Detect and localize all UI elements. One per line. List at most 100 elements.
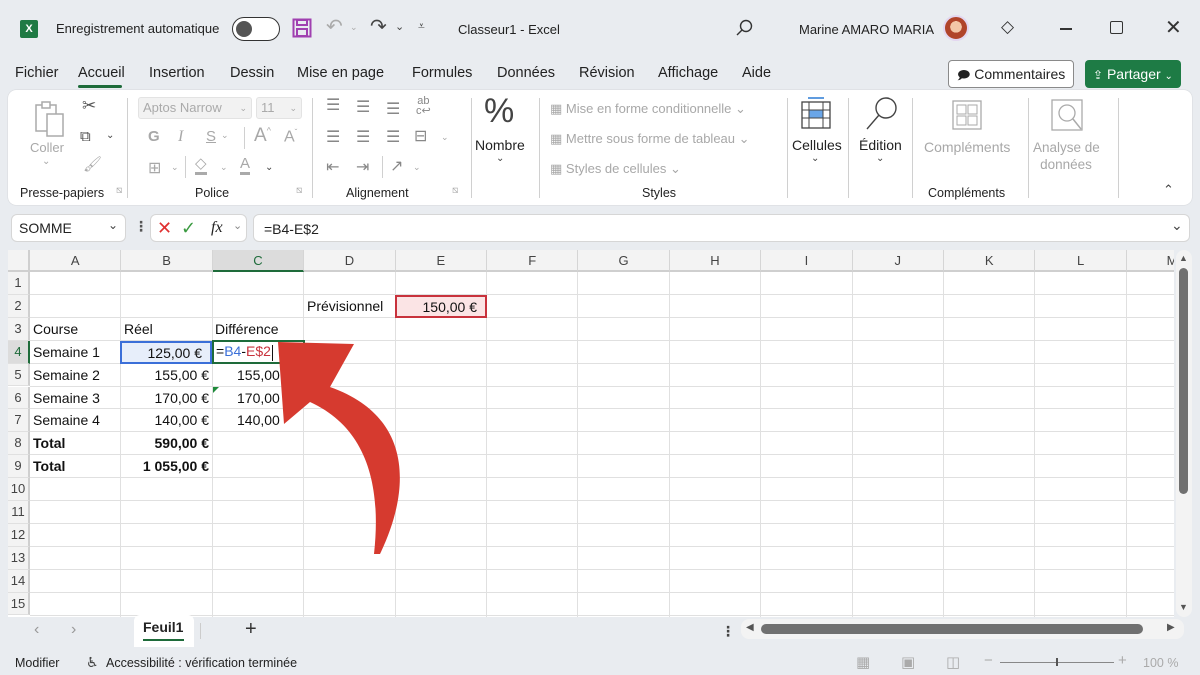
vertical-scroll-thumb[interactable] (1179, 268, 1188, 494)
column-header-C[interactable]: C (212, 250, 305, 272)
orientation-icon[interactable]: ↗ (390, 157, 403, 177)
borders-dropdown-icon[interactable]: ⌄ (171, 162, 179, 173)
formula-bar-resize-handle[interactable]: ⋮ (134, 218, 148, 235)
cell-A5[interactable]: Semaine 2 (30, 364, 121, 386)
wrap-text-icon[interactable]: ab c↩ (416, 96, 431, 117)
number-dropdown-icon[interactable]: ⌄ (496, 153, 504, 164)
decrease-indent-icon[interactable]: ⇤ (326, 158, 339, 178)
row-header-10[interactable]: 10 (8, 478, 30, 501)
cell-A6[interactable]: Semaine 3 (30, 387, 121, 409)
cell-A7[interactable]: Semaine 4 (30, 409, 121, 431)
italic-button[interactable]: I (178, 128, 183, 146)
name-box[interactable]: SOMME ⌄ (11, 214, 126, 242)
row-header-12[interactable]: 12 (8, 523, 30, 547)
align-top-icon[interactable]: ☰ (326, 96, 340, 116)
column-header-G[interactable]: G (578, 250, 670, 272)
align-left-icon[interactable]: ☰ (326, 128, 340, 148)
add-sheet-button[interactable]: + (245, 618, 257, 641)
save-icon[interactable] (292, 18, 312, 38)
cell-D2[interactable]: Prévisionnel (304, 295, 395, 317)
row-header-9[interactable]: 9 (8, 455, 30, 479)
format-painter-icon[interactable]: 🖌 (83, 155, 102, 173)
redo-dropdown-icon[interactable]: ⌄ (395, 20, 404, 33)
cell-B7[interactable]: 140,00 € (121, 409, 212, 431)
tab-formules[interactable]: Formules (412, 65, 472, 81)
row-header-14[interactable]: 14 (8, 569, 30, 593)
page-break-view-icon[interactable]: ◫ (946, 653, 960, 671)
cells-dropdown-icon[interactable]: ⌄ (811, 153, 819, 164)
fill-color-icon[interactable]: ◇ (195, 156, 207, 175)
row-header-2[interactable]: 2 (8, 294, 30, 318)
clipboard-launcher-icon[interactable]: ⧅ (116, 185, 122, 196)
scroll-right-icon[interactable]: ▶ (1167, 622, 1175, 633)
column-header-D[interactable]: D (304, 250, 396, 272)
cells-label[interactable]: Cellules (792, 137, 842, 153)
analyze-data-icon[interactable] (1050, 98, 1084, 132)
row-header-3[interactable]: 3 (8, 317, 30, 341)
align-right-icon[interactable]: ☰ (386, 128, 400, 148)
sheet-tab-feuil1[interactable]: Feuil1 (134, 615, 194, 647)
underline-dropdown-icon[interactable]: ⌄ (221, 130, 229, 141)
column-header-L[interactable]: L (1035, 250, 1127, 272)
editing-dropdown-icon[interactable]: ⌄ (876, 153, 884, 164)
error-indicator-icon[interactable] (213, 387, 219, 393)
row-header-1[interactable]: 1 (8, 272, 30, 295)
borders-icon[interactable]: ⊞ (148, 158, 161, 178)
cell-B9[interactable]: 1 055,00 € (121, 455, 212, 477)
column-header-E[interactable]: E (395, 250, 487, 272)
close-icon[interactable]: ✕ (1165, 15, 1182, 40)
tab-donnees[interactable]: Données (497, 65, 555, 81)
row-header-13[interactable]: 13 (8, 546, 30, 570)
cell-A3[interactable]: Course (30, 318, 121, 340)
horizontal-scroll-thumb[interactable] (761, 624, 1143, 634)
analyze-data-label-2[interactable]: données (1033, 157, 1099, 172)
column-header-M[interactable]: M (1126, 250, 1174, 272)
increase-font-icon[interactable]: A^ (254, 125, 271, 147)
cell-E2-reference-highlight[interactable]: 150,00 € (395, 295, 487, 318)
scroll-up-icon[interactable]: ▲ (1179, 253, 1188, 263)
scroll-left-icon[interactable]: ◀ (746, 622, 754, 633)
expand-formula-bar-icon[interactable]: ⌄ (1171, 217, 1183, 234)
premium-diamond-icon[interactable]: ◇ (1001, 17, 1014, 37)
accessibility-status[interactable]: Accessibilité : vérification terminée (106, 656, 297, 670)
orientation-dropdown-icon[interactable]: ⌄ (413, 162, 421, 173)
fill-color-dropdown-icon[interactable]: ⌄ (220, 162, 228, 173)
redo-icon[interactable]: ↷ (370, 14, 387, 39)
customize-qat-icon[interactable]: ⩡ (418, 19, 425, 34)
copy-icon[interactable]: ⧉ (80, 128, 91, 145)
row-header-8[interactable]: 8 (8, 432, 30, 456)
row-header-7[interactable]: 7 (8, 409, 30, 433)
previous-sheet-icon[interactable]: ‹ (34, 621, 39, 639)
collapse-ribbon-icon[interactable]: ⌃ (1163, 182, 1174, 198)
cell-B4-reference-highlight[interactable]: 125,00 € (120, 341, 212, 364)
tab-revision[interactable]: Révision (579, 65, 635, 81)
paste-dropdown-icon[interactable]: ⌄ (42, 156, 50, 167)
paste-icon[interactable] (34, 100, 66, 138)
tab-mise-en-page[interactable]: Mise en page (297, 65, 384, 81)
tab-dessin[interactable]: Dessin (230, 65, 274, 81)
cells-icon[interactable] (800, 96, 832, 130)
cell-B3[interactable]: Réel (121, 318, 212, 340)
column-header-H[interactable]: H (669, 250, 762, 272)
zoom-slider-thumb[interactable] (1056, 658, 1058, 666)
horizontal-scrollbar[interactable]: ◀ ▶ (741, 619, 1184, 639)
column-header-K[interactable]: K (944, 250, 1036, 272)
user-avatar[interactable] (943, 15, 969, 41)
maximize-icon[interactable] (1110, 21, 1123, 34)
cancel-icon[interactable]: ✕ (157, 218, 172, 239)
tab-insertion[interactable]: Insertion (149, 65, 205, 81)
increase-indent-icon[interactable]: ⇥ (356, 158, 369, 178)
font-size-select[interactable]: 11 ⌄ (256, 97, 302, 119)
tab-aide[interactable]: Aide (742, 65, 771, 81)
underline-button[interactable]: S (206, 128, 216, 145)
cell-A8[interactable]: Total (30, 432, 121, 454)
copy-dropdown-icon[interactable]: ⌄ (106, 130, 114, 141)
merge-dropdown-icon[interactable]: ⌄ (441, 132, 449, 143)
align-bottom-icon[interactable]: ☰ (386, 100, 400, 120)
row-header-5[interactable]: 5 (8, 363, 30, 387)
autosave-toggle[interactable] (232, 17, 280, 41)
undo-icon[interactable]: ↶ (326, 14, 343, 39)
vertical-scrollbar[interactable]: ▲ ▼ (1176, 250, 1192, 617)
zoom-out-icon[interactable]: − (984, 652, 993, 669)
normal-view-icon[interactable]: ▦ (856, 653, 870, 671)
